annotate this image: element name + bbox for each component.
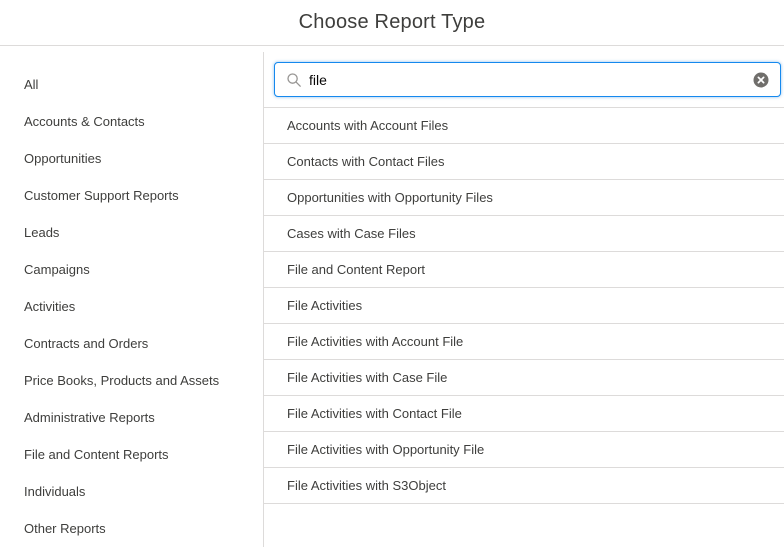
report-type-row[interactable]: Contacts with Contact Files (264, 144, 784, 180)
sidebar-item-opportunities[interactable]: Opportunities (0, 140, 263, 177)
report-type-label: File Activities with Contact File (287, 406, 462, 421)
report-type-label: Contacts with Contact Files (287, 154, 445, 169)
report-type-label: File Activities with Account File (287, 334, 463, 349)
report-type-label: Cases with Case Files (287, 226, 416, 241)
report-type-label: File Activities with S3Object (287, 478, 446, 493)
report-type-panel: Accounts with Account Files Contacts wit… (264, 52, 784, 547)
report-type-row[interactable]: Accounts with Account Files (264, 108, 784, 144)
modal-body: All Accounts & Contacts Opportunities Cu… (0, 52, 784, 547)
modal-header: Choose Report Type (0, 0, 784, 46)
sidebar-item-file-content-reports[interactable]: File and Content Reports (0, 436, 263, 473)
sidebar-item-leads[interactable]: Leads (0, 214, 263, 251)
report-type-row[interactable]: File Activities with Contact File (264, 396, 784, 432)
search-box (274, 62, 781, 97)
sidebar-item-customer-support-reports[interactable]: Customer Support Reports (0, 177, 263, 214)
search-area (264, 52, 784, 107)
clear-search-button[interactable] (753, 72, 769, 88)
report-type-row[interactable]: File Activities (264, 288, 784, 324)
sidebar-item-contracts-orders[interactable]: Contracts and Orders (0, 325, 263, 362)
report-type-row[interactable]: Cases with Case Files (264, 216, 784, 252)
sidebar-item-activities[interactable]: Activities (0, 288, 263, 325)
search-icon (287, 73, 301, 87)
report-type-label: File Activities (287, 298, 362, 313)
page-title: Choose Report Type (299, 11, 486, 34)
report-type-list: Accounts with Account Files Contacts wit… (264, 107, 784, 504)
report-type-row[interactable]: Opportunities with Opportunity Files (264, 180, 784, 216)
sidebar-item-individuals[interactable]: Individuals (0, 473, 263, 510)
report-type-row[interactable]: File Activities with S3Object (264, 468, 784, 504)
clear-icon (753, 72, 769, 88)
report-type-row[interactable]: File Activities with Opportunity File (264, 432, 784, 468)
sidebar-item-accounts-contacts[interactable]: Accounts & Contacts (0, 103, 263, 140)
report-type-row[interactable]: File and Content Report (264, 252, 784, 288)
report-type-row[interactable]: File Activities with Account File (264, 324, 784, 360)
sidebar-item-administrative-reports[interactable]: Administrative Reports (0, 399, 263, 436)
report-type-label: File and Content Report (287, 262, 425, 277)
sidebar-item-all[interactable]: All (0, 66, 263, 103)
category-sidebar: All Accounts & Contacts Opportunities Cu… (0, 52, 264, 547)
sidebar-item-other-reports[interactable]: Other Reports (0, 510, 263, 547)
report-type-label: Accounts with Account Files (287, 118, 448, 133)
search-input[interactable] (309, 63, 753, 96)
report-type-row[interactable]: File Activities with Case File (264, 360, 784, 396)
sidebar-item-price-books-products-assets[interactable]: Price Books, Products and Assets (0, 362, 263, 399)
sidebar-item-campaigns[interactable]: Campaigns (0, 251, 263, 288)
report-type-label: Opportunities with Opportunity Files (287, 190, 493, 205)
report-type-label: File Activities with Opportunity File (287, 442, 484, 457)
report-type-label: File Activities with Case File (287, 370, 447, 385)
